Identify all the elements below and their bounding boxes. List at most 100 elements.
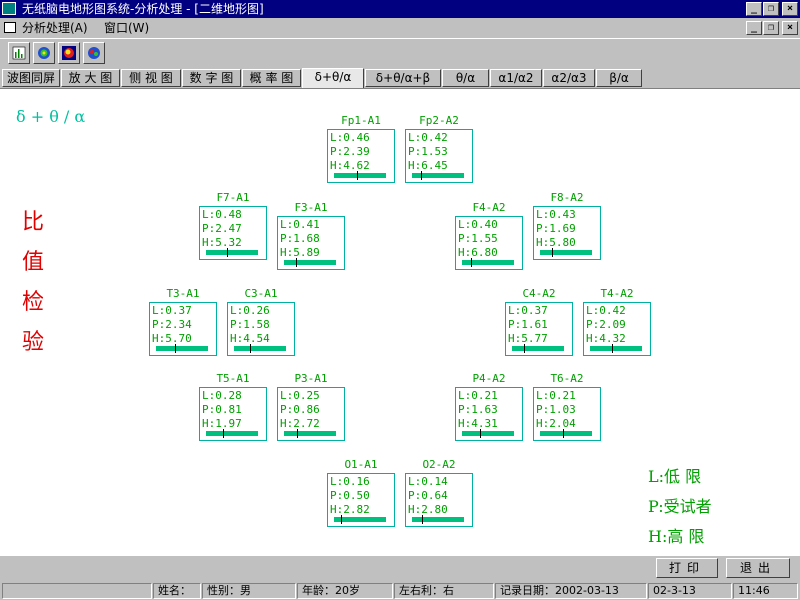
brain-color-icon <box>62 46 76 60</box>
mdi-close-button[interactable]: × <box>782 21 798 35</box>
exit-button[interactable]: 退出 <box>726 558 790 578</box>
channel-p-value: P:1.58 <box>230 318 270 331</box>
channel-p-value: P:0.86 <box>280 403 320 416</box>
patient-marker <box>612 344 613 353</box>
channel-l-value: L:0.37 <box>152 304 192 317</box>
status-record-date: 记录日期：2002-03-13 <box>495 583 647 599</box>
topo-map-icon <box>38 47 50 59</box>
patient-marker <box>227 248 228 257</box>
channel-box-t3-a1: L:0.37 P:2.34 H:5.70 <box>149 302 217 356</box>
status-age: 年龄：20岁 <box>297 583 393 599</box>
ratio-map-canvas: δ + θ / α 比 值 检 验 Fp1-A1 L:0.46 P:2.39 H:4.… <box>0 88 800 555</box>
document-icon[interactable] <box>4 22 16 33</box>
histogram-button[interactable] <box>8 42 30 64</box>
menu-window[interactable]: 窗口(W) <box>104 20 149 36</box>
range-bar <box>462 431 514 436</box>
range-bar <box>156 346 208 351</box>
title-bar: 无纸脑电地形图系统-分析处理 - [二维地形图] _ ❐ × <box>0 0 800 18</box>
tab-theta-alpha[interactable]: θ/α <box>442 69 489 87</box>
vertical-text-1: 比 <box>22 210 45 235</box>
tab-probability[interactable]: 概 率 图 <box>242 69 301 87</box>
status-date: 02-3-13 <box>648 583 732 599</box>
channel-box-c4-a2: L:0.37 P:1.61 H:5.77 <box>505 302 573 356</box>
toolbar <box>0 38 800 69</box>
channel-box-c3-a1: L:0.26 P:1.58 H:4.54 <box>227 302 295 356</box>
tab-side-view[interactable]: 侧 视 图 <box>121 69 181 87</box>
channel-box-t6-a2: L:0.21 P:1.03 H:2.04 <box>533 387 601 441</box>
brain-color-button[interactable] <box>58 42 80 64</box>
window-title: 无纸脑电地形图系统-分析处理 - [二维地形图] <box>22 2 264 16</box>
range-bar <box>334 173 386 178</box>
patient-marker <box>552 248 553 257</box>
range-bar <box>284 431 336 436</box>
channel-label-t3-a1: T3-A1 <box>166 287 200 300</box>
tab-waveform-screen[interactable]: 波图同屏 <box>2 69 60 87</box>
status-handedness: 左右利：右 <box>394 583 494 599</box>
mdi-restore-button[interactable]: ❐ <box>763 21 779 35</box>
restore-button[interactable]: ❐ <box>763 2 779 16</box>
channel-label-t5-a1: T5-A1 <box>216 372 250 385</box>
channel-label-c3-a1: C3-A1 <box>244 287 278 300</box>
channel-h-value: H:2.80 <box>408 503 448 516</box>
channel-l-value: L:0.28 <box>202 389 242 402</box>
channel-p-value: P:2.39 <box>330 145 370 158</box>
tab-zoom[interactable]: 放 大 图 <box>61 69 120 87</box>
view-tabs: 波图同屏 放 大 图 侧 视 图 数 字 图 概 率 图 δ+θ/α δ+θ/α… <box>0 68 800 88</box>
minimize-button[interactable]: _ <box>746 2 762 16</box>
status-sex: 性别：男 <box>202 583 296 599</box>
range-bar <box>206 431 258 436</box>
patient-marker <box>524 344 525 353</box>
channel-h-value: H:1.97 <box>202 417 242 430</box>
channel-h-value: H:5.80 <box>536 236 576 249</box>
channel-l-value: L:0.42 <box>408 131 448 144</box>
range-bar <box>412 173 464 178</box>
channel-box-o2-a2: L:0.14 P:0.64 H:2.80 <box>405 473 473 527</box>
tab-alpha1-alpha2[interactable]: α1/α2 <box>490 69 542 87</box>
channel-label-o1-a1: O1-A1 <box>344 458 378 471</box>
mdi-minimize-button[interactable]: _ <box>746 21 762 35</box>
channel-l-value: L:0.42 <box>586 304 626 317</box>
tab-alpha2-alpha3[interactable]: α2/α3 <box>543 69 595 87</box>
channel-label-f3-a1: F3-A1 <box>294 201 328 214</box>
channel-l-value: L:0.37 <box>508 304 548 317</box>
channel-l-value: L:0.25 <box>280 389 320 402</box>
legend-high: H:高 限 <box>648 527 705 546</box>
menu-analysis[interactable]: 分析处理(A) <box>22 20 88 36</box>
brain-grid-button[interactable] <box>83 42 105 64</box>
brain-grid-icon <box>88 47 100 59</box>
patient-marker <box>357 171 358 180</box>
topo-map-button[interactable] <box>33 42 55 64</box>
print-button[interactable]: 打印 <box>656 558 718 578</box>
channel-l-value: L:0.14 <box>408 475 448 488</box>
channel-l-value: L:0.26 <box>230 304 270 317</box>
status-name: 姓名： <box>153 583 201 599</box>
channel-l-value: L:0.43 <box>536 208 576 221</box>
channel-label-f7-a1: F7-A1 <box>216 191 250 204</box>
channel-box-f4-a2: L:0.40 P:1.55 H:6.80 <box>455 216 523 270</box>
patient-marker <box>175 344 176 353</box>
app-icon[interactable] <box>2 2 16 15</box>
channel-h-value: H:2.04 <box>536 417 576 430</box>
range-bar <box>512 346 564 351</box>
close-button[interactable]: × <box>782 2 798 16</box>
tab-digital[interactable]: 数 字 图 <box>182 69 241 87</box>
range-bar <box>540 250 592 255</box>
channel-l-value: L:0.46 <box>330 131 370 144</box>
vertical-text-2: 值 <box>22 250 45 275</box>
channel-label-f8-a2: F8-A2 <box>550 191 584 204</box>
patient-marker <box>422 515 423 524</box>
channel-p-value: P:2.34 <box>152 318 192 331</box>
channel-box-fp1-a1: L:0.46 P:2.39 H:4.62 <box>327 129 395 183</box>
status-bar: 姓名： 性别：男 年龄：20岁 左右利：右 记录日期：2002-03-13 02… <box>0 581 800 600</box>
channel-h-value: H:2.72 <box>280 417 320 430</box>
channel-h-value: H:4.62 <box>330 159 370 172</box>
menu-bar: 分析处理(A) 窗口(W) _ ❐ × <box>0 18 800 38</box>
tab-delta-theta-alpha-beta[interactable]: δ+θ/α+β <box>365 69 441 87</box>
channel-box-f7-a1: L:0.48 P:2.47 H:5.32 <box>199 206 267 260</box>
range-bar <box>412 517 464 522</box>
tab-beta-alpha[interactable]: β/α <box>596 69 642 87</box>
channel-p-value: P:1.69 <box>536 222 576 235</box>
channel-h-value: H:6.45 <box>408 159 448 172</box>
tab-delta-theta-alpha[interactable]: δ+θ/α <box>302 68 364 88</box>
channel-h-value: H:5.77 <box>508 332 548 345</box>
